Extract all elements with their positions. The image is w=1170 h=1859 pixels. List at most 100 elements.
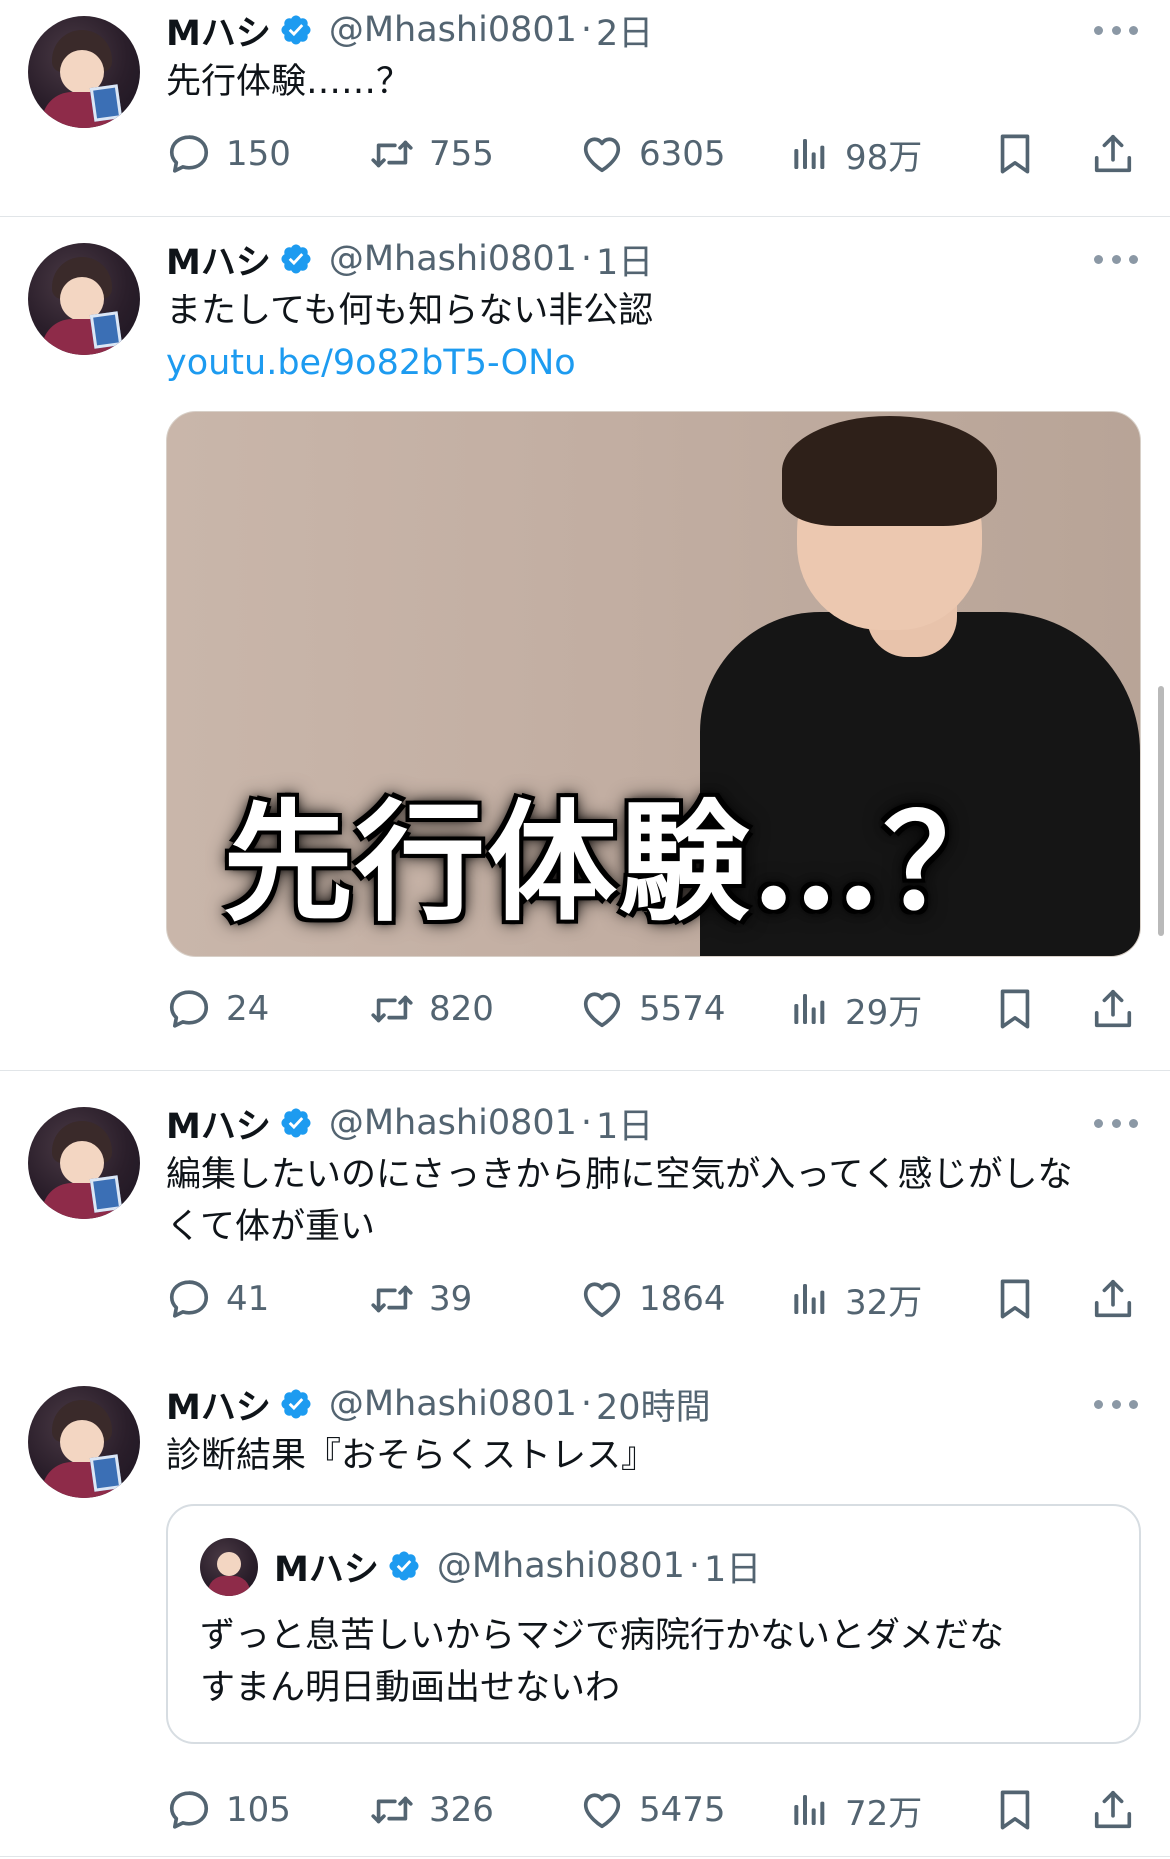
- display-name[interactable]: Mハシ: [166, 5, 271, 56]
- view-count: 72万: [845, 1793, 923, 1834]
- tweet-header: Mハシ @Mhashi0801 · 2日: [166, 4, 653, 56]
- display-name[interactable]: Mハシ: [166, 1098, 271, 1149]
- reply-count: 24: [226, 989, 270, 1029]
- verified-badge-icon: [279, 1106, 313, 1140]
- quoted-tweet-header: Mハシ @Mhashi0801 · 1日: [274, 1540, 761, 1592]
- handle[interactable]: @Mhashi0801: [329, 239, 577, 279]
- tweet[interactable]: Mハシ @Mhashi0801 · 1日 またしても何も知らない非公認 yout…: [0, 217, 1170, 1067]
- reply-count: 41: [226, 1279, 270, 1319]
- like-button[interactable]: 6305: [579, 128, 726, 180]
- retweet-button[interactable]: 755: [369, 128, 494, 180]
- retweet-count: 326: [429, 1790, 494, 1830]
- like-count: 6305: [639, 134, 726, 174]
- reply-button[interactable]: 41: [166, 1273, 269, 1325]
- separator: ·: [688, 1546, 701, 1586]
- scrollbar[interactable]: [1158, 686, 1164, 936]
- tweet[interactable]: Mハシ @Mhashi0801 · 1日 編集したいのにさっきから肺に空気が入っ…: [0, 1071, 1170, 1361]
- bookmark-button[interactable]: [992, 128, 1052, 180]
- bookmark-button[interactable]: [992, 983, 1052, 1035]
- avatar[interactable]: [28, 243, 140, 355]
- quoted-tweet[interactable]: Mハシ @Mhashi0801 · 1日 ずっと息苦しいからマジで病院行かないと…: [166, 1504, 1141, 1744]
- reply-button[interactable]: 24: [166, 983, 269, 1035]
- share-icon: [1090, 1276, 1136, 1322]
- retweet-button[interactable]: 39: [369, 1273, 472, 1325]
- avatar[interactable]: [28, 1386, 140, 1498]
- retweet-icon: [369, 1276, 415, 1322]
- tweet-header: Mハシ @Mhashi0801 · 20時間: [166, 1378, 711, 1430]
- reply-icon: [166, 986, 212, 1032]
- display-name: Mハシ: [274, 1549, 379, 1590]
- views-button[interactable]: 98万: [791, 128, 922, 180]
- retweet-count: 820: [429, 989, 494, 1029]
- share-button[interactable]: [1090, 1273, 1150, 1325]
- reply-button[interactable]: 105: [166, 1784, 291, 1836]
- handle[interactable]: @Mhashi0801: [329, 10, 577, 50]
- avatar[interactable]: [28, 1107, 140, 1219]
- tweet[interactable]: Mハシ @Mhashi0801 · 20時間 診断結果『おそらくストレス』 Mハ…: [0, 1362, 1170, 1859]
- share-button[interactable]: [1090, 128, 1150, 180]
- tweet-header: Mハシ @Mhashi0801 · 1日: [166, 1097, 653, 1149]
- bookmark-button[interactable]: [992, 1784, 1052, 1836]
- share-icon: [1090, 1787, 1136, 1833]
- share-icon: [1090, 131, 1136, 177]
- separator: ·: [580, 10, 593, 50]
- retweet-count: 39: [429, 1279, 473, 1319]
- more-options-icon[interactable]: [1094, 252, 1138, 266]
- handle[interactable]: @Mhashi0801: [329, 1103, 577, 1143]
- like-count: 5475: [639, 1790, 726, 1830]
- like-button[interactable]: 5574: [579, 983, 726, 1035]
- retweet-count: 755: [429, 134, 494, 174]
- bookmark-icon: [992, 1787, 1038, 1833]
- tweet-text: 先行体験……？: [166, 62, 412, 102]
- timestamp[interactable]: 1日: [596, 234, 653, 285]
- reply-button[interactable]: 150: [166, 128, 291, 180]
- display-name[interactable]: Mハシ: [166, 234, 271, 285]
- youtube-link[interactable]: youtu.be/9o82bT5-ONo: [166, 337, 576, 389]
- share-button[interactable]: [1090, 983, 1150, 1035]
- like-count: 1864: [639, 1279, 726, 1319]
- views-button[interactable]: 72万: [791, 1784, 922, 1836]
- tweet-text: またしても何も知らない非公認: [166, 291, 654, 331]
- retweet-button[interactable]: 820: [369, 983, 494, 1035]
- timestamp[interactable]: 20時間: [596, 1379, 711, 1430]
- heart-icon: [579, 1276, 625, 1322]
- reply-count: 150: [226, 134, 291, 174]
- avatar[interactable]: [200, 1538, 258, 1596]
- more-options-icon[interactable]: [1094, 1397, 1138, 1411]
- retweet-button[interactable]: 326: [369, 1784, 494, 1836]
- verified-badge-icon: [279, 242, 313, 276]
- heart-icon: [579, 1787, 625, 1833]
- video-thumbnail[interactable]: 先行体験…？: [166, 411, 1141, 957]
- timestamp[interactable]: 2日: [596, 5, 653, 56]
- like-button[interactable]: 5475: [579, 1784, 726, 1836]
- display-name[interactable]: Mハシ: [166, 1379, 271, 1430]
- action-bar: 24 820 5574 29万: [166, 983, 1136, 1035]
- bookmark-icon: [992, 131, 1038, 177]
- view-count: 32万: [845, 1282, 923, 1323]
- view-count: 29万: [845, 992, 923, 1033]
- views-chart-icon: [791, 1790, 831, 1830]
- views-button[interactable]: 29万: [791, 983, 922, 1035]
- views-chart-icon: [791, 1279, 831, 1319]
- verified-badge-icon: [279, 13, 313, 47]
- bookmark-icon: [992, 986, 1038, 1032]
- views-chart-icon: [791, 134, 831, 174]
- handle[interactable]: @Mhashi0801: [329, 1384, 577, 1424]
- more-options-icon[interactable]: [1094, 1116, 1138, 1130]
- bookmark-button[interactable]: [992, 1273, 1052, 1325]
- reply-icon: [166, 1276, 212, 1322]
- views-button[interactable]: 32万: [791, 1273, 922, 1325]
- avatar[interactable]: [28, 16, 140, 128]
- timestamp: 1日: [704, 1549, 762, 1590]
- divider: [0, 1856, 1170, 1857]
- action-bar: 150 755 6305 98万: [166, 128, 1136, 180]
- verified-badge-icon: [279, 1387, 313, 1421]
- share-button[interactable]: [1090, 1784, 1150, 1836]
- separator: ·: [580, 239, 593, 279]
- more-options-icon[interactable]: [1094, 23, 1138, 37]
- retweet-icon: [369, 131, 415, 177]
- timestamp[interactable]: 1日: [596, 1098, 653, 1149]
- tweet[interactable]: Mハシ @Mhashi0801 · 2日 先行体験……？ 150 755 630…: [0, 0, 1170, 216]
- like-button[interactable]: 1864: [579, 1273, 726, 1325]
- verified-badge-icon: [387, 1549, 421, 1583]
